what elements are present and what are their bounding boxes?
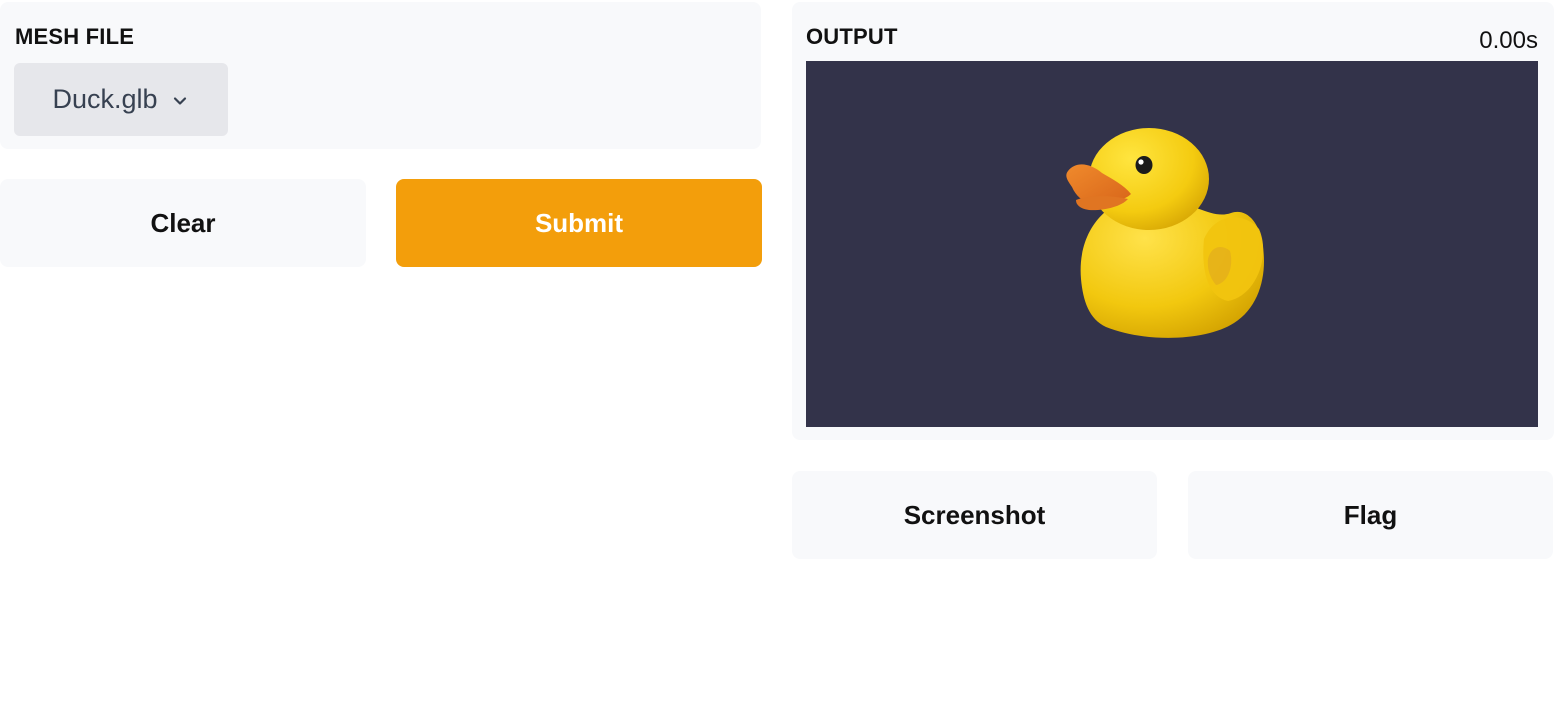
screenshot-button[interactable]: Screenshot <box>792 471 1157 559</box>
submit-button[interactable]: Submit <box>396 179 762 267</box>
model-3d-viewer[interactable] <box>806 61 1538 427</box>
mesh-file-dropdown[interactable]: Duck.glb <box>14 63 228 136</box>
processing-time: 0.00s <box>1479 27 1538 54</box>
dropdown-selected-value: Duck.glb <box>52 84 158 114</box>
flag-button[interactable]: Flag <box>1188 471 1553 559</box>
clear-button[interactable]: Clear <box>0 179 366 267</box>
chevron-down-icon <box>170 91 190 111</box>
mesh-file-panel: MESH FILE Duck.glb <box>0 2 761 149</box>
mesh-file-label: MESH FILE <box>15 24 135 49</box>
duck-model-image <box>1066 128 1264 338</box>
output-label: OUTPUT <box>806 24 898 49</box>
